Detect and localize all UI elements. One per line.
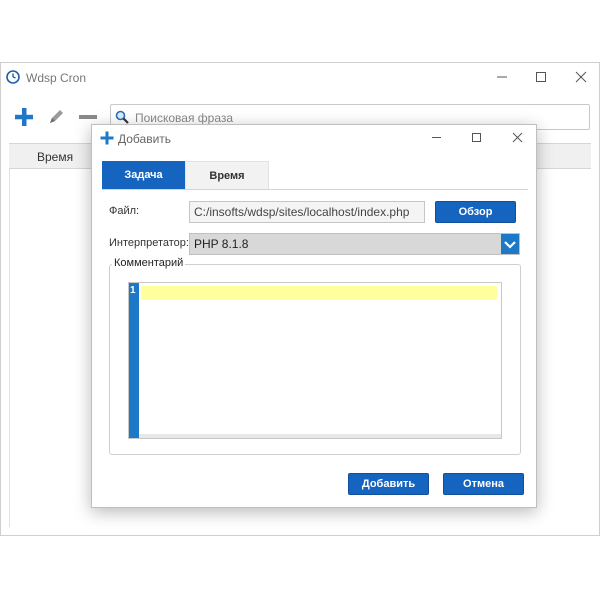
interpreter-value: PHP 8.1.8 xyxy=(194,237,249,251)
plus-icon xyxy=(100,131,114,145)
dialog-maximize-button[interactable] xyxy=(465,129,487,149)
close-icon xyxy=(575,71,587,83)
main-title-bar: Wdsp Cron xyxy=(1,63,599,93)
clock-icon xyxy=(6,70,20,84)
maximize-button[interactable] xyxy=(530,68,552,88)
interpreter-label: Интерпретатор: xyxy=(109,237,189,249)
minimize-icon xyxy=(431,137,441,138)
dialog-minimize-button[interactable] xyxy=(425,129,447,149)
line-number: 1 xyxy=(130,285,136,296)
dialog-tabs: Задача Время xyxy=(102,161,528,190)
close-button[interactable] xyxy=(570,68,592,88)
add-button[interactable]: Добавить xyxy=(348,473,429,495)
column-time[interactable]: Время xyxy=(37,150,73,164)
tab-time[interactable]: Время xyxy=(185,161,269,189)
dialog-close-button[interactable] xyxy=(506,129,528,149)
add-dialog: Добавить Задача Время Файл: Обзор Интерп… xyxy=(91,124,537,508)
line-number-gutter: 1 xyxy=(129,283,139,438)
pencil-icon xyxy=(50,110,63,123)
current-line-highlight xyxy=(141,286,497,300)
comment-label: Комментарий xyxy=(112,257,186,269)
app-title: Wdsp Cron xyxy=(26,71,87,85)
comment-group: Комментарий 1 xyxy=(109,257,521,455)
minimize-button[interactable] xyxy=(491,68,513,88)
dialog-title-bar: Добавить xyxy=(92,125,536,153)
edit-task-button[interactable] xyxy=(45,106,67,128)
interpreter-select[interactable]: PHP 8.1.8 xyxy=(189,233,520,255)
dialog-title: Добавить xyxy=(118,132,172,146)
dropdown-button[interactable] xyxy=(501,234,519,254)
maximize-icon xyxy=(536,72,546,82)
cancel-button[interactable]: Отмена xyxy=(443,473,524,495)
maximize-icon xyxy=(471,133,481,142)
plus-icon xyxy=(15,108,33,126)
file-label: Файл: xyxy=(109,205,140,217)
browse-button[interactable]: Обзор xyxy=(435,201,516,223)
minimize-icon xyxy=(497,76,507,78)
magnifier-icon xyxy=(115,110,129,124)
close-icon xyxy=(512,132,522,143)
tab-task[interactable]: Задача xyxy=(102,161,185,189)
chevron-down-icon xyxy=(504,241,516,249)
comment-editor[interactable]: 1 xyxy=(128,282,502,439)
editor-horizontal-scrollbar[interactable] xyxy=(139,434,501,438)
file-path-field[interactable] xyxy=(189,201,425,223)
add-task-button[interactable] xyxy=(13,106,35,128)
